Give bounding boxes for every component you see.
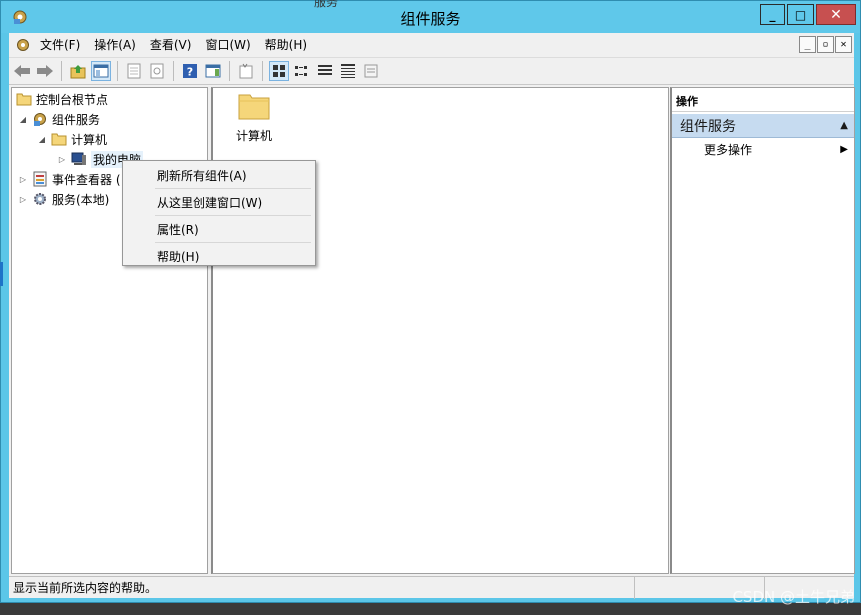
up-folder-icon[interactable] — [68, 61, 88, 81]
svg-text:?: ? — [187, 66, 193, 79]
list-item-computers[interactable]: 计算机 — [229, 92, 279, 144]
menu-file[interactable]: 文件(F) — [34, 33, 88, 57]
menu-help[interactable]: 帮助(H) — [259, 33, 315, 57]
submenu-arrow-icon: ▶ — [840, 143, 848, 155]
gear-icon — [32, 191, 48, 207]
toolbar-separator — [262, 61, 263, 81]
mdi-controls: _ ▫ ✕ — [799, 36, 852, 53]
tree-item-label: 服务(本地) — [52, 192, 110, 207]
small-icons-view-icon[interactable] — [292, 61, 312, 81]
minimize-button[interactable]: _ — [760, 4, 785, 25]
large-folder-icon — [238, 94, 270, 123]
event-viewer-icon — [32, 171, 48, 187]
tree-item-services-local[interactable]: ▷ 服务(本地) — [18, 190, 109, 208]
status-text: 显示当前所选内容的帮助。 — [9, 576, 635, 599]
app-window: 服务 组件服务 _ □ ✕ 文件(F) 操作(A) 查看(V) 窗口(W) 帮助… — [0, 0, 861, 603]
expand-arrow-icon[interactable]: ▷ — [18, 195, 28, 204]
expand-arrow-icon[interactable]: ▷ — [18, 175, 28, 184]
computer-icon — [71, 151, 87, 167]
window-title: 组件服务 — [400, 10, 461, 28]
context-menu-item-new-window[interactable]: 从这里创建窗口(W) — [125, 190, 313, 214]
component-services-icon — [32, 111, 48, 127]
help-icon[interactable]: ? — [180, 61, 200, 81]
toolbar-separator — [61, 61, 62, 81]
menu-separator — [155, 215, 311, 216]
toolbar-separator — [229, 61, 230, 81]
close-button[interactable]: ✕ — [816, 4, 856, 25]
refresh-icon[interactable] — [147, 61, 167, 81]
tree-item-event-viewer[interactable]: ▷ 事件查看器 ( — [18, 170, 121, 188]
client-area: 文件(F) 操作(A) 查看(V) 窗口(W) 帮助(H) _ ▫ ✕ ? 控制… — [9, 33, 855, 599]
expand-arrow-icon[interactable]: ▷ — [57, 155, 67, 164]
status-bar: 显示当前所选内容的帮助。 — [9, 576, 854, 599]
folder-icon — [51, 131, 67, 147]
collapse-arrow-icon[interactable]: ◢ — [18, 115, 28, 124]
large-icons-view-icon[interactable] — [269, 61, 289, 81]
menu-view[interactable]: 查看(V) — [144, 33, 200, 57]
menu-separator — [155, 242, 311, 243]
action-more-actions[interactable]: 更多操作 ▶ — [672, 138, 854, 160]
mdi-restore-button[interactable]: ▫ — [817, 36, 834, 53]
tree-item-label: 组件服务 — [52, 112, 101, 127]
context-menu: 刷新所有组件(A) 从这里创建窗口(W) 属性(R) 帮助(H) — [122, 160, 316, 266]
watermark: CSDN @土牛兄弟 — [732, 588, 855, 606]
new-window-icon[interactable] — [236, 61, 256, 81]
mdi-minimize-button[interactable]: _ — [799, 36, 816, 53]
forward-arrow-icon[interactable] — [35, 61, 55, 81]
tree-item-computers[interactable]: ◢ 计算机 — [37, 130, 107, 148]
collapse-triangle-icon[interactable]: ▲ — [840, 120, 848, 131]
mdi-close-button[interactable]: ✕ — [835, 36, 852, 53]
toolbar-separator — [117, 61, 118, 81]
tree-item-label: 计算机 — [71, 132, 108, 147]
tree-item-component-services[interactable]: ◢ 组件服务 — [18, 110, 100, 128]
menu-separator — [155, 188, 311, 189]
menu-action[interactable]: 操作(A) — [88, 33, 144, 57]
background-window-edge — [0, 262, 3, 286]
tree-item-console-root[interactable]: 控制台根节点 — [16, 90, 108, 108]
show-hide-console-tree-icon[interactable] — [91, 61, 111, 81]
context-menu-item-refresh-all[interactable]: 刷新所有组件(A) — [125, 163, 313, 187]
action-section-component-services[interactable]: 组件服务 ▲ — [672, 114, 854, 138]
list-item-label: 计算机 — [235, 129, 272, 143]
menu-window[interactable]: 窗口(W) — [199, 33, 258, 57]
tree-item-label: 控制台根节点 — [36, 92, 109, 107]
context-menu-item-properties[interactable]: 属性(R) — [125, 217, 313, 241]
tree-item-label: 事件查看器 ( — [52, 172, 121, 187]
export-list-icon[interactable] — [124, 61, 144, 81]
list-view-icon[interactable] — [315, 61, 335, 81]
menu-bar: 文件(F) 操作(A) 查看(V) 窗口(W) 帮助(H) _ ▫ ✕ — [9, 33, 854, 57]
action-pane-toggle-icon[interactable] — [203, 61, 223, 81]
action-label: 更多操作 — [704, 142, 753, 157]
folder-icon — [16, 91, 32, 107]
action-pane: 操作 组件服务 ▲ 更多操作 ▶ — [670, 87, 855, 574]
context-menu-item-help[interactable]: 帮助(H) — [125, 244, 313, 268]
system-menu-icon[interactable] — [12, 35, 34, 55]
detail-view-icon[interactable] — [338, 61, 358, 81]
title-bar[interactable]: 服务 组件服务 _ □ ✕ — [1, 0, 860, 33]
collapse-arrow-icon[interactable]: ◢ — [37, 135, 47, 144]
action-pane-header: 操作 — [672, 88, 854, 112]
action-section-label: 组件服务 — [680, 118, 736, 135]
toolbar-separator — [173, 61, 174, 81]
back-arrow-icon[interactable] — [12, 61, 32, 81]
toolbar: ? — [9, 57, 854, 85]
properties-view-icon[interactable] — [361, 61, 381, 81]
maximize-button[interactable]: □ — [787, 4, 814, 25]
